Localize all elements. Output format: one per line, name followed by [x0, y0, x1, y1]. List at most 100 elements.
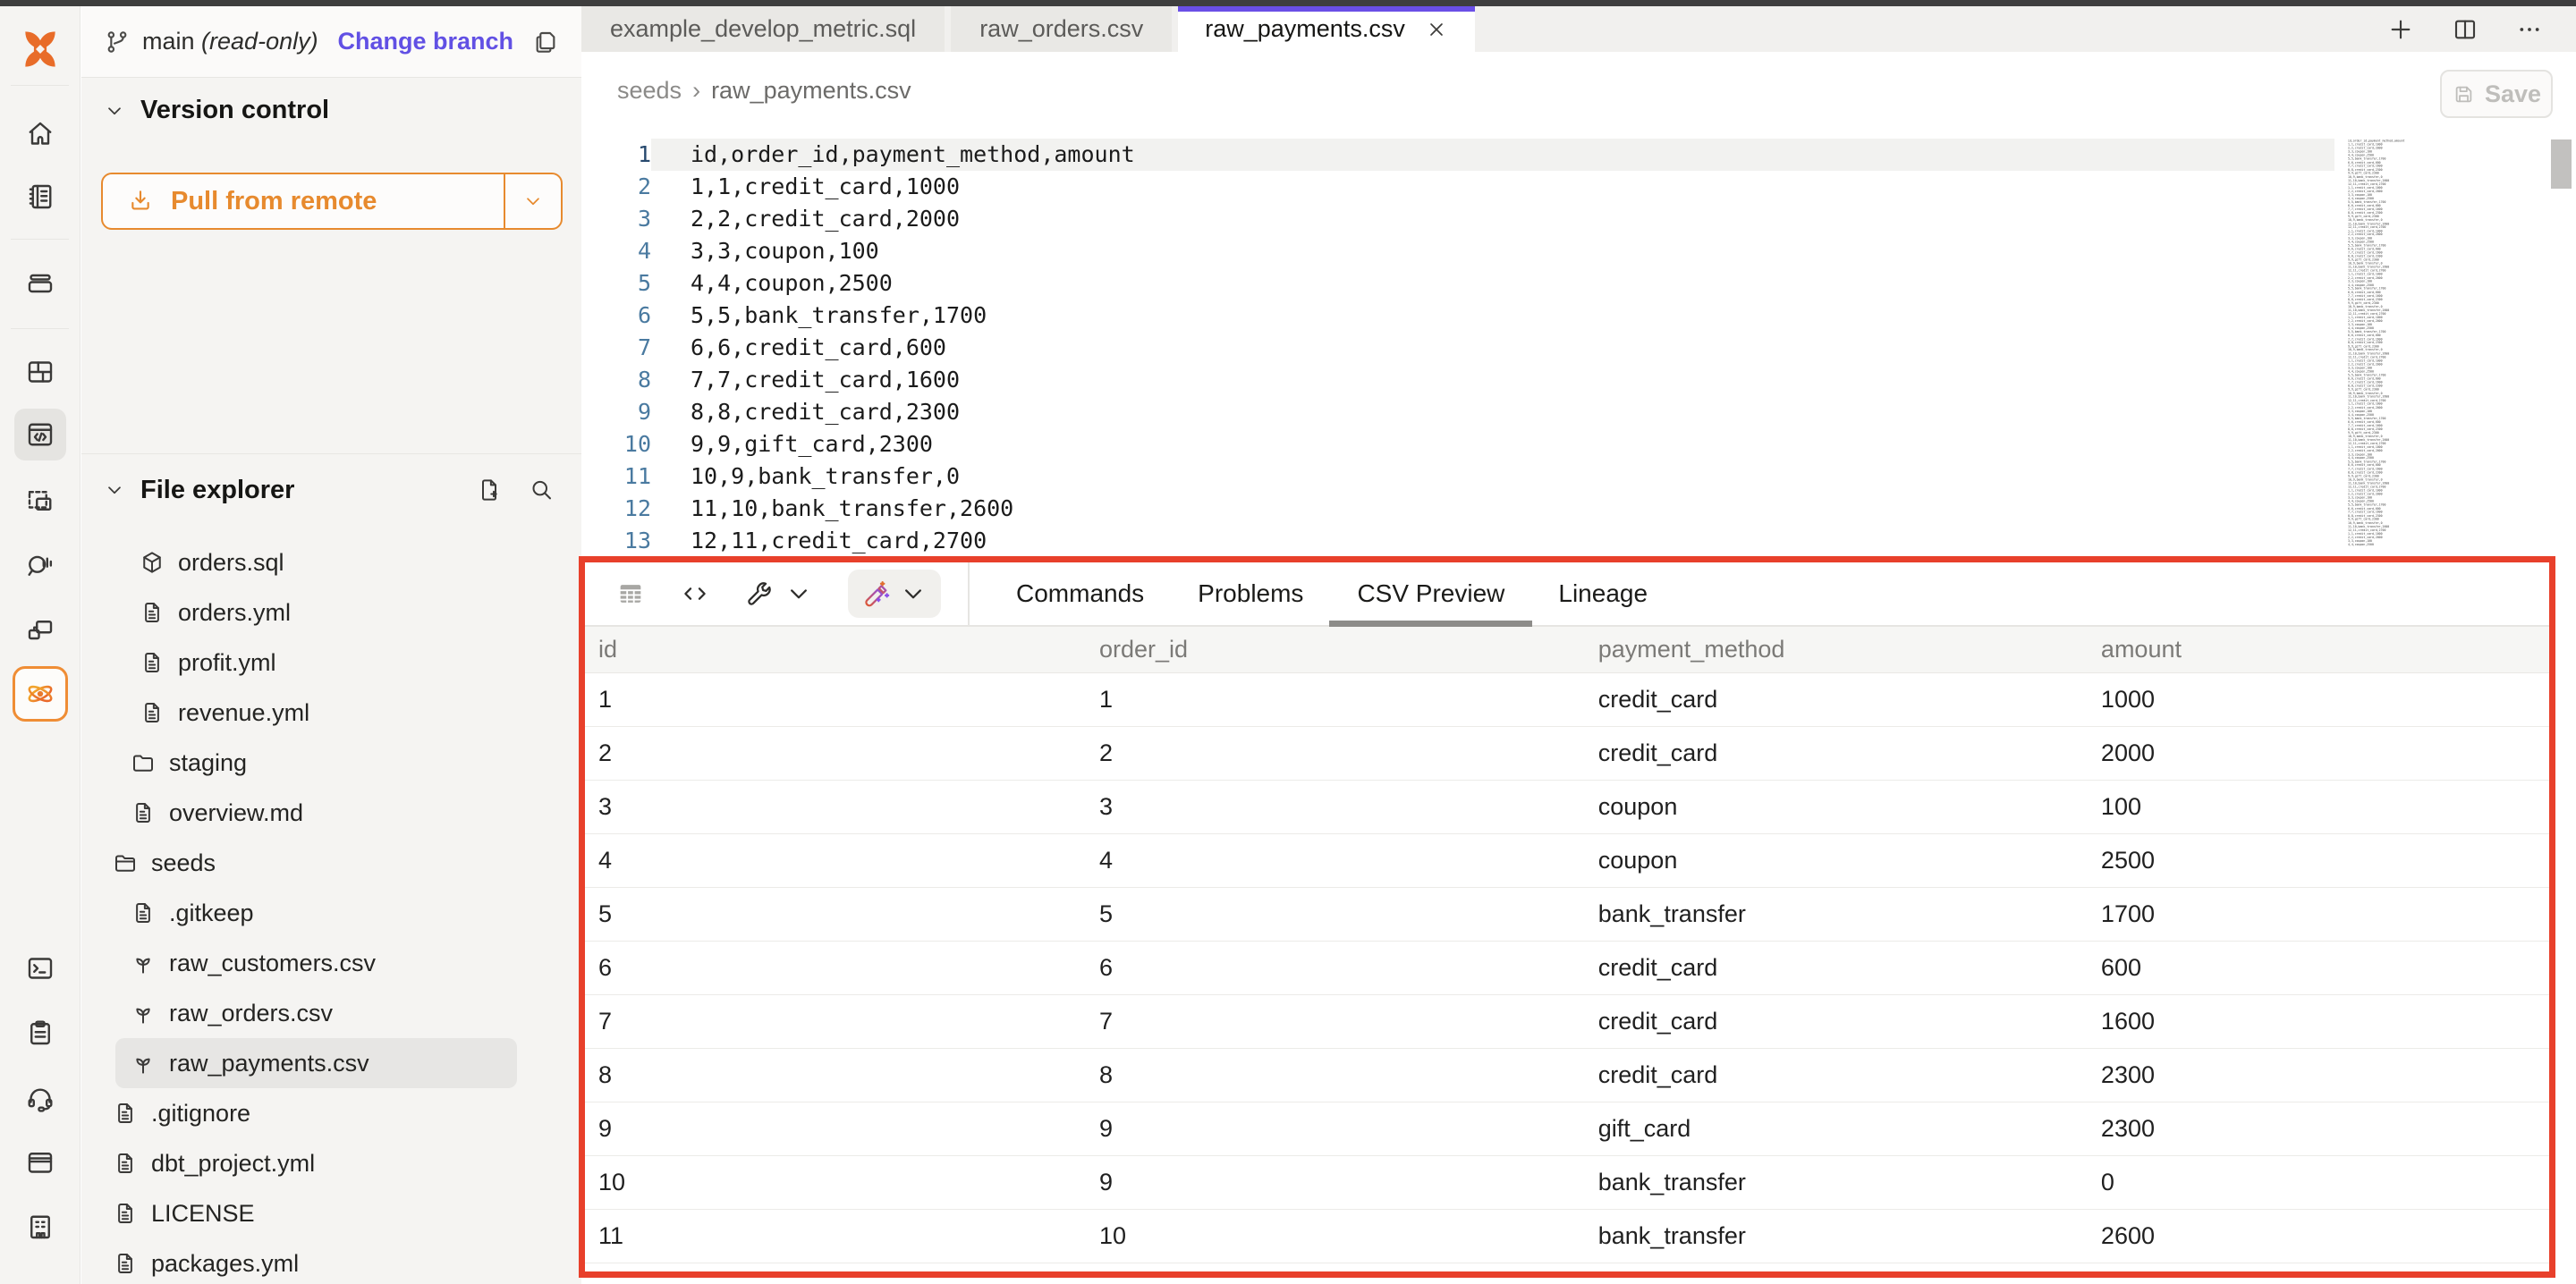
code-editor[interactable]: 1id,order_id,payment_method,amount21,1,c…	[581, 139, 2334, 557]
capture-icon	[24, 485, 56, 517]
table-cell: credit_card	[1585, 739, 2088, 767]
code-editor-icon	[24, 418, 56, 451]
file-icon	[139, 649, 165, 676]
panel-tab-csv-preview[interactable]: CSV Preview	[1357, 562, 1504, 625]
table-row: 11credit_card1000	[585, 673, 2549, 727]
file-item-revenue-yml[interactable]: revenue.yml	[81, 688, 581, 738]
clipboard-icon	[24, 1017, 56, 1049]
tab-example-develop-metric-sql[interactable]: example_develop_metric.sql	[581, 6, 945, 52]
file-item--gitignore[interactable]: .gitignore	[81, 1088, 581, 1138]
rail-insights-search-button[interactable]	[14, 538, 66, 590]
support-headset-icon	[24, 1082, 56, 1114]
file-item-overview-md[interactable]: overview.md	[81, 788, 581, 838]
table-cell: bank_transfer	[1585, 1222, 2088, 1250]
file-item-staging[interactable]: staging	[81, 738, 581, 788]
table-cell: 5	[1086, 900, 1585, 928]
line-number: 13	[581, 525, 651, 557]
copy-branch-icon[interactable]	[531, 28, 560, 56]
code-line-7: 76,6,credit_card,600	[581, 332, 2334, 364]
icon-rail	[0, 6, 80, 1284]
rail-clipboard-button[interactable]	[14, 1007, 66, 1059]
editor-scrollbar-thumb[interactable]	[2551, 139, 2572, 189]
rail-windows-button[interactable]	[14, 604, 66, 656]
file-item-seeds[interactable]: seeds	[81, 838, 581, 888]
table-tool-button[interactable]	[615, 579, 646, 609]
code-inline-tool-button[interactable]	[680, 579, 710, 609]
line-number: 1	[581, 139, 651, 171]
file-item-orders-yml[interactable]: orders.yml	[81, 587, 581, 638]
line-text: 4,4,coupon,2500	[651, 267, 2334, 300]
more-options-icon[interactable]	[2515, 15, 2544, 44]
search-icon[interactable]	[528, 477, 555, 503]
rail-data-drawer-button[interactable]	[14, 258, 66, 309]
file-item--gitkeep[interactable]: .gitkeep	[81, 888, 581, 938]
close-icon[interactable]	[1425, 18, 1448, 41]
tab-raw-payments-csv[interactable]: raw_payments.csv	[1178, 6, 1475, 52]
pull-from-remote-main[interactable]: Pull from remote	[103, 174, 504, 228]
version-control-header: Version control	[103, 96, 329, 125]
file-item-packages-yml[interactable]: packages.yml	[81, 1238, 581, 1284]
wrench-tool-button[interactable]	[744, 579, 814, 609]
file-item-dbt-project-yml[interactable]: dbt_project.yml	[81, 1138, 581, 1188]
save-button[interactable]: Save	[2440, 70, 2553, 118]
pull-from-remote-button[interactable]: Pull from remote	[101, 173, 563, 230]
rail-support-headset-button[interactable]	[14, 1072, 66, 1124]
rail-notebook-button[interactable]	[14, 171, 66, 223]
table-cell: bank_transfer	[1585, 1169, 2088, 1196]
rail-home-button[interactable]	[14, 108, 66, 160]
split-view-icon[interactable]	[2451, 15, 2479, 44]
file-item-label: raw_orders.csv	[169, 1000, 333, 1027]
line-number: 12	[581, 493, 651, 525]
table-row: 88credit_card2300	[585, 1049, 2549, 1102]
ai-atom-icon	[24, 678, 56, 710]
rail-capture-button[interactable]	[14, 475, 66, 527]
chevron-down-icon[interactable]	[103, 478, 126, 502]
panel-tab-problems[interactable]: Problems	[1198, 562, 1303, 625]
file-icon	[130, 799, 157, 826]
tab-raw-orders-csv[interactable]: raw_orders.csv	[951, 6, 1172, 52]
panel-tab-commands[interactable]: Commands	[1016, 562, 1144, 625]
file-item-profit-yml[interactable]: profit.yml	[81, 638, 581, 688]
table-cell: 2300	[2088, 1115, 2549, 1143]
cube-icon	[139, 549, 165, 576]
download-icon	[126, 187, 155, 215]
chevron-down-icon	[521, 190, 545, 213]
rail-terminal-button[interactable]	[14, 942, 66, 994]
rail-divider	[11, 85, 69, 86]
table-cell: credit_card	[1585, 686, 2088, 714]
breadcrumb: seeds › raw_payments.csv	[617, 77, 911, 105]
minimap[interactable]: id,order_id,payment_method,amount 1,1,cr…	[2348, 139, 2407, 551]
file-icon	[112, 1250, 139, 1277]
seed-icon	[130, 1000, 157, 1026]
file-item-orders-sql[interactable]: orders.sql	[81, 537, 581, 587]
table-cell: 8	[1086, 1061, 1585, 1089]
chevron-down-icon[interactable]	[103, 99, 126, 122]
sidebar-divider	[81, 453, 581, 454]
table-cell: 7	[1086, 1008, 1585, 1035]
panel-tab-lineage[interactable]: Lineage	[1558, 562, 1648, 625]
line-number: 11	[581, 460, 651, 493]
rail-dashboard-button[interactable]	[14, 346, 66, 398]
rail-code-editor-button[interactable]	[14, 409, 66, 460]
breadcrumb-folder: seeds	[617, 77, 682, 105]
change-branch-link[interactable]: Change branch	[337, 28, 513, 55]
rail-docs-browser-button[interactable]	[14, 1136, 66, 1188]
magic-pen-tool-button[interactable]	[848, 570, 941, 618]
rail-organization-button[interactable]	[14, 1201, 66, 1253]
new-file-icon[interactable]	[476, 477, 503, 503]
file-item-license[interactable]: LICENSE	[81, 1188, 581, 1238]
file-item-label: .gitignore	[151, 1100, 250, 1128]
line-number: 5	[581, 267, 651, 300]
table-cell: coupon	[1585, 847, 2088, 874]
column-header-order_id: order_id	[1086, 636, 1585, 663]
file-item-raw-customers-csv[interactable]: raw_customers.csv	[81, 938, 581, 988]
table-cell: 5	[585, 900, 1086, 928]
rail-ai-atom-button[interactable]	[13, 666, 68, 722]
new-tab-plus-icon[interactable]	[2386, 15, 2415, 44]
file-item-raw-orders-csv[interactable]: raw_orders.csv	[81, 988, 581, 1038]
file-item-label: orders.sql	[178, 549, 284, 577]
file-icon	[130, 900, 157, 926]
file-item-raw-payments-csv[interactable]: raw_payments.csv	[115, 1038, 517, 1088]
pull-options-caret[interactable]	[505, 174, 561, 228]
tab-label: raw_orders.csv	[979, 15, 1143, 43]
